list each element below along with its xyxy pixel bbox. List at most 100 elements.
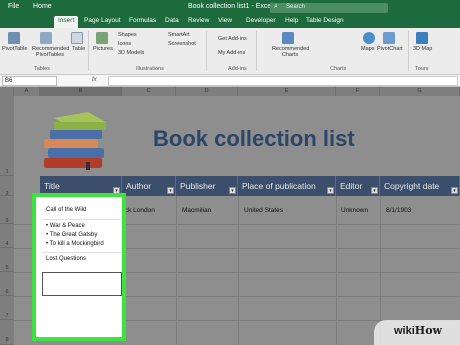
cell-editor[interactable]: Unknown	[341, 207, 368, 214]
maps-button[interactable]: Maps	[361, 46, 374, 52]
tab-insert[interactable]: Insert	[54, 16, 79, 28]
book-red	[44, 158, 102, 168]
column-header-g[interactable]: G	[380, 87, 460, 96]
row-header-2[interactable]: 2	[0, 176, 14, 197]
active-cell-b6[interactable]	[42, 272, 122, 296]
row-header-4[interactable]: 4	[0, 224, 14, 248]
row-header-3[interactable]: 3	[0, 196, 14, 224]
row-header-8[interactable]: 8	[0, 320, 14, 345]
cell-place[interactable]: United States	[244, 207, 283, 214]
row-header-7[interactable]: 7	[0, 296, 14, 320]
list-item: • The Great Gatsby	[46, 232, 98, 238]
group-separator	[408, 31, 409, 71]
3d-map-icon	[416, 32, 428, 44]
column-header-f[interactable]: F	[336, 87, 380, 96]
row-header-6[interactable]: 6	[0, 272, 14, 296]
header-editor-label: Editor	[340, 181, 363, 191]
filter-dropdown-icon[interactable]: ▾	[229, 187, 236, 194]
home-tab[interactable]: Home	[33, 3, 52, 10]
tab-table-design[interactable]: Table Design	[306, 17, 344, 24]
list-item: • War & Peace	[46, 223, 85, 229]
bookmark	[86, 162, 90, 170]
screenshot-button[interactable]: Screenshot	[168, 41, 196, 47]
filter-dropdown-icon[interactable]: ▾	[167, 187, 174, 194]
pivotchart-button[interactable]: PivotChart	[377, 46, 403, 52]
column-header-d[interactable]: D	[176, 87, 238, 96]
how-text: How	[414, 324, 442, 337]
tab-review[interactable]: Review	[188, 17, 209, 24]
row-header-5[interactable]: 5	[0, 248, 14, 272]
table-icon	[71, 32, 83, 44]
cell-copyright-date[interactable]: 8/1/1903	[386, 207, 411, 214]
group-label-charts: Charts	[330, 66, 347, 72]
search-box[interactable]: ⌕ Search	[270, 3, 388, 13]
tab-view[interactable]: View	[218, 17, 232, 24]
column-header-b[interactable]: B	[40, 87, 122, 96]
book-blue	[48, 148, 104, 158]
pivottable-icon	[8, 32, 20, 44]
filter-dropdown-icon[interactable]: ▾	[327, 187, 334, 194]
pictures-button[interactable]: Pictures	[93, 46, 113, 52]
header-copyright-label: Copyright date	[384, 181, 440, 191]
filter-dropdown-icon[interactable]: ▾	[371, 187, 378, 194]
header-editor[interactable]: Editor ▾	[336, 176, 380, 196]
books-image	[44, 112, 106, 170]
recommended-pivottables-button[interactable]: Recommended PivotTables	[32, 46, 69, 58]
cell-title-1[interactable]: Call of the Wild	[46, 207, 86, 213]
book-blue-2	[50, 130, 102, 139]
sheet-title: Book collection list	[153, 126, 355, 151]
header-copyright-date[interactable]: Copyright date ▾	[380, 176, 460, 196]
header-publisher[interactable]: Publisher ▾	[176, 176, 238, 196]
header-author-label: Author	[126, 181, 152, 191]
tab-page-layout[interactable]: Page Layout	[84, 17, 121, 24]
highlighted-title-column[interactable]: Call of the Wild • War & Peace • The Gre…	[32, 193, 126, 341]
search-icon: ⌕	[274, 3, 278, 10]
recommended-charts-button[interactable]: Recommended Charts	[272, 46, 309, 58]
icons-button[interactable]: Icons	[118, 41, 131, 47]
gridline	[176, 196, 177, 345]
table-button[interactable]: Table	[72, 46, 85, 52]
row-header-1[interactable]: 1	[0, 96, 14, 176]
header-publisher-label: Publisher	[180, 181, 216, 191]
gridline	[238, 196, 239, 345]
tab-formulas[interactable]: Formulas	[129, 17, 156, 24]
maps-icon	[363, 32, 375, 44]
header-author[interactable]: Author ▾	[122, 176, 176, 196]
search-placeholder: Search	[286, 4, 306, 10]
list-item: • To kill a Mockingbird	[46, 241, 104, 247]
column-header-c[interactable]: C	[122, 87, 176, 96]
window-title: Book collection list1 - Excel	[188, 3, 273, 10]
shapes-button[interactable]: Shapes	[118, 32, 137, 38]
tab-help[interactable]: Help	[285, 17, 298, 24]
wikihow-logo: wikiHow	[394, 324, 442, 337]
recommended-pivottables-icon	[40, 32, 52, 44]
header-place[interactable]: Place of publication ▾	[238, 176, 336, 196]
get-add-ins-button[interactable]: Get Add-ins	[218, 36, 247, 42]
group-label-illustrations: Illustrations	[136, 66, 164, 72]
group-label-add-ins: Add-ins	[228, 66, 247, 72]
tab-data[interactable]: Data	[165, 17, 179, 24]
ribbon-tabs: Insert Page Layout Formulas Data Review …	[0, 15, 460, 28]
smartart-button[interactable]: SmartArt	[168, 32, 190, 38]
name-box[interactable]: B6	[2, 76, 57, 86]
file-tab[interactable]: File	[8, 3, 19, 10]
header-place-label: Place of publication	[242, 181, 316, 191]
column-header-a[interactable]: A	[14, 87, 40, 96]
pivotchart-icon	[383, 32, 395, 44]
3d-map-button[interactable]: 3D Map	[413, 46, 432, 52]
my-add-ins-button[interactable]: My Add-ins	[218, 50, 245, 56]
filter-dropdown-icon[interactable]: ▾	[451, 187, 458, 194]
select-all-corner[interactable]	[0, 87, 14, 96]
3d-models-button[interactable]: 3D Models	[118, 50, 144, 56]
group-label-tours: Tours	[415, 66, 429, 72]
cell-title-2[interactable]: Lost Questions	[46, 256, 86, 262]
ribbon: PivotTable Recommended PivotTables Table…	[0, 28, 460, 75]
cell-divider	[42, 219, 122, 220]
title-bar: File Home Book collection list1 - Excel …	[0, 0, 460, 15]
tab-developer[interactable]: Developer	[246, 17, 276, 24]
book-orange	[44, 139, 98, 148]
column-header-e[interactable]: E	[238, 87, 336, 96]
pivottable-button[interactable]: PivotTable	[2, 46, 27, 52]
formula-input[interactable]	[108, 76, 458, 86]
cell-publisher[interactable]: Macmilian	[182, 207, 211, 214]
